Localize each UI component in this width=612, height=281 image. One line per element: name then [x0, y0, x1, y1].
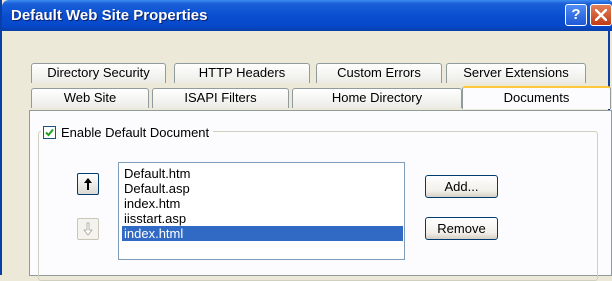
- list-item[interactable]: Default.asp: [122, 181, 190, 196]
- list-item[interactable]: Default.htm: [122, 166, 190, 181]
- tab-directory-security[interactable]: Directory Security: [31, 63, 166, 83]
- tab-documents[interactable]: Documents: [462, 86, 611, 109]
- list-item-selected[interactable]: index.html: [122, 226, 403, 241]
- help-button[interactable]: ?: [565, 4, 587, 26]
- tab-http-headers[interactable]: HTTP Headers: [174, 63, 310, 83]
- documents-tab-panel: Enable Default Document Default.htm Defa…: [29, 110, 612, 281]
- tab-server-extensions[interactable]: Server Extensions: [446, 63, 586, 83]
- remove-button[interactable]: Remove: [425, 217, 498, 240]
- tab-label: ISAPI Filters: [184, 90, 257, 105]
- default-documents-list[interactable]: Default.htm Default.asp index.htm iissta…: [118, 162, 405, 260]
- checkmark-icon: [45, 128, 54, 136]
- tab-label: Documents: [503, 90, 570, 105]
- tab-web-site[interactable]: Web Site: [31, 88, 149, 108]
- tab-label: Custom Errors: [337, 65, 421, 80]
- move-up-button[interactable]: [77, 173, 99, 195]
- enable-default-document-checkbox[interactable]: Enable Default Document: [41, 123, 214, 141]
- tab-label: Server Extensions: [463, 65, 569, 80]
- tab-custom-errors[interactable]: Custom Errors: [316, 63, 442, 83]
- tab-label: Web Site: [63, 90, 117, 105]
- tab-label: Directory Security: [47, 65, 150, 80]
- tab-home-directory[interactable]: Home Directory: [292, 88, 462, 108]
- down-arrow-icon: [83, 222, 93, 236]
- title-bar[interactable]: Default Web Site Properties ?: [2, 0, 612, 31]
- close-icon: [595, 9, 607, 21]
- tab-label: Home Directory: [331, 90, 423, 105]
- help-icon: ?: [571, 6, 581, 23]
- tab-isapi-filters[interactable]: ISAPI Filters: [152, 88, 289, 108]
- checkbox-label: Enable Default Document: [61, 124, 210, 140]
- list-item[interactable]: index.htm: [122, 196, 180, 211]
- checkbox[interactable]: [43, 125, 56, 139]
- close-button[interactable]: [590, 4, 612, 26]
- up-arrow-icon: [84, 178, 92, 190]
- list-item[interactable]: iisstart.asp: [122, 211, 186, 226]
- window-title: Default Web Site Properties: [11, 7, 208, 24]
- move-down-button[interactable]: [77, 218, 99, 240]
- tab-label: HTTP Headers: [198, 65, 286, 80]
- add-button[interactable]: Add...: [425, 175, 498, 198]
